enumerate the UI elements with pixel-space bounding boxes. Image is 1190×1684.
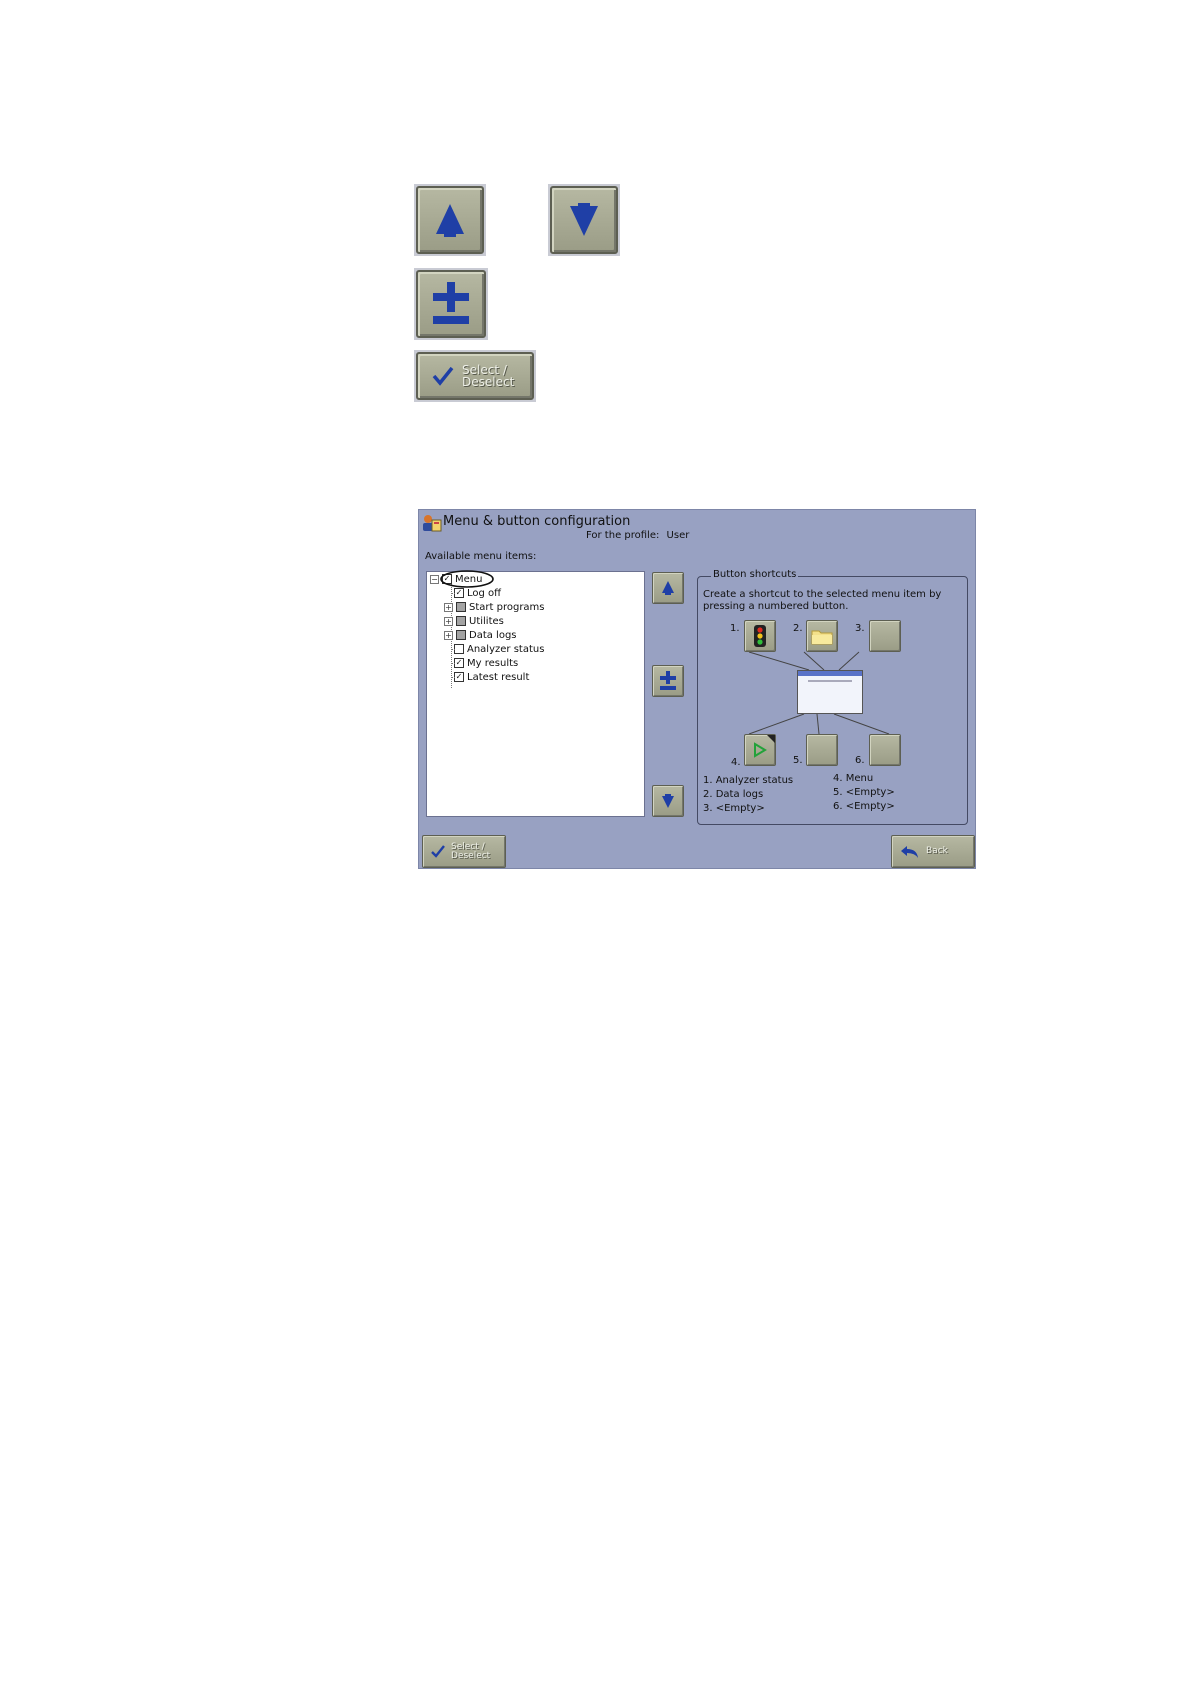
shortcut-button-6[interactable] [869, 734, 901, 766]
back-button[interactable]: Back [891, 835, 975, 868]
menu-button-config-window: Menu & button configuration For the prof… [418, 509, 976, 869]
assigned-shortcuts-left: 1. Analyzer status 2. Data logs 3. <Empt… [703, 774, 793, 816]
shortcut-button-4[interactable] [744, 734, 776, 766]
assigned-shortcut-6: 6. <Empty> [833, 801, 895, 812]
traffic-light-icon [754, 625, 766, 647]
shortcut-number-6: 6. [855, 755, 865, 766]
plus-minus-button-large[interactable] [416, 270, 486, 338]
select-deselect-label: Select / Deselect [451, 842, 491, 861]
shortcut-button-1[interactable] [744, 620, 776, 652]
select-label-line2: Deselect [462, 375, 515, 389]
checkmark-icon [432, 366, 454, 386]
shortcut-number-3: 3. [855, 623, 865, 634]
shortcut-button-2[interactable] [806, 620, 838, 652]
select-deselect-label: Select / Deselect [462, 364, 514, 388]
corner-flag-icon [767, 735, 775, 743]
plus-minus-icon [433, 282, 469, 324]
assigned-shortcut-2: 2. Data logs [703, 789, 764, 800]
select-deselect-button[interactable]: Select / Deselect [422, 835, 506, 868]
assigned-shortcut-3: 3. <Empty> [703, 803, 765, 814]
checkmark-icon [431, 845, 445, 858]
shortcut-number-5: 5. [793, 755, 803, 766]
folder-icon [811, 630, 833, 645]
select-deselect-button-large[interactable]: Select / Deselect [416, 352, 534, 400]
shortcut-number-2: 2. [793, 623, 803, 634]
assigned-shortcut-4: 4. Menu [833, 773, 874, 784]
shortcut-button-3[interactable] [869, 620, 901, 652]
assigned-shortcut-1: 1. Analyzer status [703, 775, 794, 786]
thumb-titlebar [798, 671, 862, 676]
move-down-button-large[interactable] [550, 186, 618, 254]
select-label-line2: Deselect [451, 850, 491, 861]
back-arrow-icon [901, 845, 918, 858]
play-icon [754, 742, 767, 758]
thumb-line [808, 680, 852, 682]
shortcut-button-5[interactable] [806, 734, 838, 766]
arrow-down-icon [570, 203, 598, 236]
back-label: Back [926, 846, 948, 856]
assigned-shortcut-5: 5. <Empty> [833, 787, 895, 798]
shortcut-connector-lines [748, 651, 890, 735]
shortcut-number-4: 4. [731, 757, 741, 768]
assigned-shortcuts-right: 4. Menu 5. <Empty> 6. <Empty> [833, 772, 895, 814]
move-up-button-large[interactable] [416, 186, 484, 254]
shortcut-number-1: 1. [730, 623, 740, 634]
screen-thumbnail [797, 670, 863, 714]
arrow-up-icon [436, 204, 464, 237]
